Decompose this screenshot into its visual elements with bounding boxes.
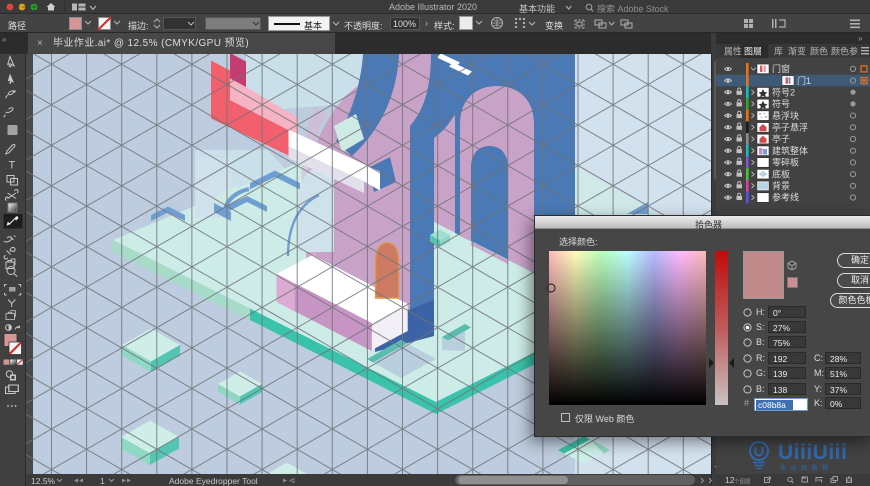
svg-text:符号: 符号 xyxy=(772,98,790,109)
svg-text:底板: 底板 xyxy=(772,168,790,179)
svg-text:渐变: 渐变 xyxy=(788,46,806,57)
svg-text:建筑整体: 建筑整体 xyxy=(772,145,808,156)
svg-text:个图層: 个图層 xyxy=(734,478,751,486)
svg-text:颜色: 颜色 xyxy=(810,46,828,57)
svg-text:悬浮块: 悬浮块 xyxy=(772,110,799,121)
svg-text:参考线: 参考线 xyxy=(772,192,799,203)
svg-text:»: » xyxy=(858,34,863,43)
svg-text:背景: 背景 xyxy=(772,180,790,191)
svg-text:亭子: 亭子 xyxy=(772,133,790,144)
svg-text:图層: 图層 xyxy=(744,47,762,57)
svg-text:亭子悬浮: 亭子悬浮 xyxy=(772,122,808,133)
svg-text:优设网教程: 优设网教程 xyxy=(780,464,833,472)
svg-text:零碎板: 零碎板 xyxy=(772,157,799,168)
svg-text:符号2: 符号2 xyxy=(772,87,795,98)
svg-text:门窗: 门窗 xyxy=(772,63,790,74)
svg-text:门1: 门1 xyxy=(797,75,811,86)
svg-text:颜色参: 颜色参 xyxy=(831,46,858,57)
svg-text:UiiiUiii: UiiiUiii xyxy=(778,441,847,464)
svg-text:库: 库 xyxy=(774,46,783,57)
svg-text:T: T xyxy=(9,160,16,172)
svg-text:属性: 属性 xyxy=(724,46,742,57)
